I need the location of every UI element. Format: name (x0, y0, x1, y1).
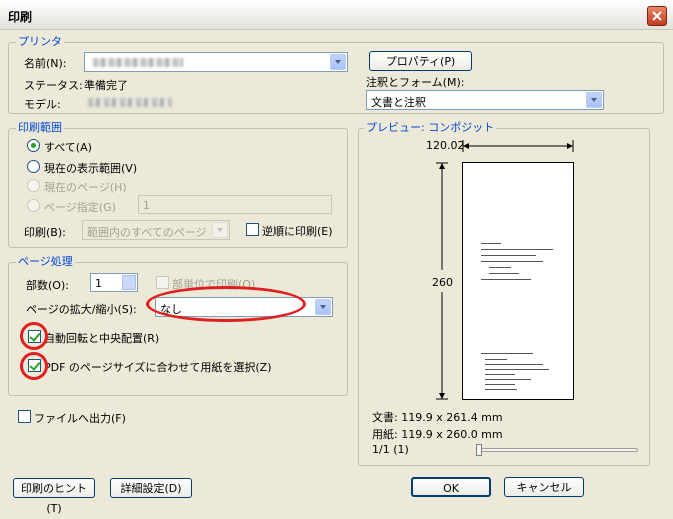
pages-input-value: 1 (143, 199, 150, 212)
preview-width-value: 120.02 (426, 139, 465, 152)
reverse-order-checkbox[interactable] (246, 223, 259, 236)
auto-rotate-label[interactable]: 自動回転と中央配置(R) (44, 330, 159, 346)
range-current-page-label[interactable]: 現在のページ(H) (44, 179, 127, 195)
page-counter: 1/1 (1) (372, 443, 409, 456)
range-all-radio[interactable] (27, 139, 40, 152)
printer-status-label: ステータス: (24, 79, 83, 92)
printer-group-label: プリンタ (16, 35, 64, 48)
print-hints-button[interactable]: 印刷のヒント(T) (13, 478, 95, 515)
printer-model-redacted (88, 98, 172, 107)
range-current-view-label[interactable]: 現在の表示範囲(V) (44, 160, 137, 176)
range-current-view-radio[interactable] (27, 160, 40, 173)
chevron-down-icon[interactable] (330, 54, 346, 70)
properties-button[interactable]: プロパティ(P) (369, 51, 472, 71)
notes-forms-value: 文書と注釈 (371, 96, 426, 109)
copies-value: 1 (95, 277, 102, 290)
printer-name-redacted (93, 58, 183, 67)
printer-name-label: 名前(N): (24, 57, 67, 70)
annotation-circle-pdf-size (20, 352, 48, 380)
range-current-page-radio[interactable] (27, 179, 40, 192)
title-bar (0, 0, 673, 30)
pages-input[interactable]: 1 (138, 195, 332, 214)
printer-name-select[interactable] (84, 52, 348, 72)
print-to-file-checkbox[interactable] (18, 410, 31, 423)
print-subset-label: 印刷(B): (24, 226, 66, 239)
scaling-label: ページの拡大/縮小(S): (26, 303, 137, 316)
printer-status-value: 準備完了 (84, 79, 128, 92)
annotation-circle-scaling (146, 286, 306, 322)
page-slider-thumb[interactable] (476, 444, 482, 456)
print-subset-value: 範囲内のすべてのページ (87, 226, 207, 239)
height-dimension-arrow (436, 162, 448, 400)
notes-forms-select[interactable]: 文書と注釈 (366, 90, 604, 110)
window-title: 印刷 (8, 10, 33, 24)
page-handling-group-label: ページ処理 (16, 255, 75, 268)
close-button[interactable] (647, 6, 667, 26)
chevron-down-icon[interactable] (212, 222, 228, 238)
range-pages-label[interactable]: ページ指定(G) (44, 199, 116, 215)
annotation-circle-auto-rotate (20, 322, 48, 350)
pdf-page-size-label[interactable]: PDF のページサイズに合わせて用紙を選択(Z) (44, 359, 272, 375)
range-pages-radio[interactable] (27, 199, 40, 212)
width-dimension-arrow (462, 140, 574, 152)
paper-size: 用紙: 119.9 x 260.0 mm (372, 428, 503, 441)
chevron-down-icon[interactable] (315, 299, 331, 315)
advanced-settings-button[interactable]: 詳細設定(D) (110, 478, 192, 498)
print-range-group-label: 印刷範囲 (16, 121, 64, 134)
close-icon (652, 11, 662, 21)
copies-stepper[interactable]: 1 (90, 273, 138, 292)
ok-button[interactable]: OK (411, 477, 491, 497)
preview-group-label: プレビュー: コンポジット (364, 121, 497, 134)
page-slider-track[interactable] (476, 448, 638, 452)
chevron-down-icon[interactable] (586, 92, 602, 108)
cancel-button[interactable]: キャンセル (504, 477, 584, 497)
document-size: 文書: 119.9 x 261.4 mm (372, 411, 503, 424)
copies-label: 部数(O): (26, 279, 69, 292)
reverse-order-label[interactable]: 逆順に印刷(E) (262, 223, 333, 239)
print-to-file-label[interactable]: ファイルへ出力(F) (34, 410, 126, 426)
collate-checkbox[interactable] (156, 276, 169, 289)
printer-model-label: モデル: (24, 98, 61, 111)
page-preview (462, 162, 574, 400)
print-subset-select[interactable]: 範囲内のすべてのページ (82, 220, 230, 240)
notes-forms-label: 注釈とフォーム(M): (366, 76, 465, 89)
range-all-label[interactable]: すべて(A) (44, 139, 92, 155)
stepper-arrows-icon[interactable] (122, 275, 136, 290)
